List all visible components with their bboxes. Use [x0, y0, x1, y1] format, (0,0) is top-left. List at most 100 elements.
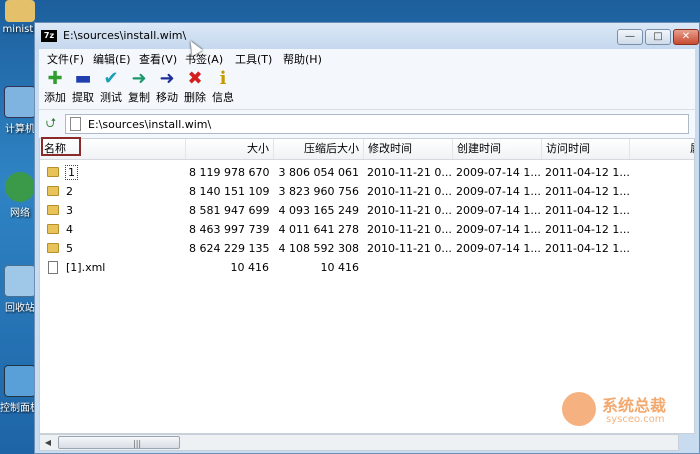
address-field[interactable]: E:\sources\install.wim\: [65, 114, 689, 134]
move-button[interactable]: ➜ 移动: [153, 69, 181, 105]
add-button-label: 添加: [44, 91, 66, 104]
row-size: 8 119 978 670: [189, 166, 270, 179]
extract-button[interactable]: ▬ 提取: [69, 69, 97, 105]
highlight-box: [41, 137, 81, 156]
row-modified: 2010-11-21 0...: [367, 166, 452, 179]
row-packed: 4 108 592 308: [278, 242, 359, 255]
row-accessed: 2011-04-12 1...: [545, 166, 630, 179]
window-title: E:\sources\install.wim\: [63, 29, 187, 42]
copy-button-label: 复制: [128, 91, 150, 104]
row-packed: 3 823 960 756: [278, 185, 359, 198]
row-accessed: 2011-04-12 1...: [545, 242, 630, 255]
row-packed: 4 011 641 278: [278, 223, 359, 236]
row-packed: 4 093 165 249: [278, 204, 359, 217]
watermark: 系统总裁 sysceo.com: [562, 390, 700, 430]
row-size: 8 581 947 699: [189, 204, 270, 217]
delete-icon: ✖: [187, 68, 203, 89]
folder-icon: [47, 186, 59, 196]
menu-bar: 文件(F) 编辑(E) 查看(V) 书签(A) 工具(T) 帮助(H): [39, 49, 695, 68]
minus-icon: ▬: [74, 68, 92, 89]
menu-view[interactable]: 查看(V): [139, 51, 177, 67]
folder-icon: [47, 224, 59, 234]
menu-tools[interactable]: 工具(T): [235, 51, 272, 67]
row-size: 8 140 151 109: [189, 185, 270, 198]
scroll-thumb[interactable]: |||: [58, 436, 180, 449]
row-modified: 2010-11-21 0...: [367, 185, 452, 198]
row-packed: 10 416: [320, 261, 360, 274]
column-attributes[interactable]: 属: [630, 139, 694, 159]
toolbar: ✚ 添加 ▬ 提取 ✔ 测试 ➜ 复制 ➜ 移动 ✖ 删除 i 信息: [39, 67, 695, 109]
column-packed-size[interactable]: 压缩后大小: [274, 139, 364, 159]
address-bar: ⮍ E:\sources\install.wim\: [39, 109, 695, 138]
document-icon: [70, 117, 81, 131]
plus-icon: ✚: [47, 68, 63, 89]
table-row[interactable]: 1 8 119 978 670 3 806 054 061 2010-11-21…: [40, 163, 694, 182]
test-button-label: 测试: [100, 91, 122, 104]
row-modified: 2010-11-21 0...: [367, 242, 452, 255]
row-size: 8 624 229 135: [189, 242, 270, 255]
row-created: 2009-07-14 1...: [456, 204, 541, 217]
archive-window: 7z E:\sources\install.wim\ — □ ✕ 文件(F) 编…: [34, 22, 700, 454]
menu-edit[interactable]: 编辑(E): [93, 51, 131, 67]
row-packed: 3 806 054 061: [278, 166, 359, 179]
horizontal-scrollbar[interactable]: ◀ |||: [39, 434, 679, 451]
menu-file[interactable]: 文件(F): [47, 51, 84, 67]
minimize-button[interactable]: —: [617, 29, 643, 45]
extract-button-label: 提取: [72, 91, 94, 104]
title-bar[interactable]: 7z E:\sources\install.wim\ — □ ✕: [35, 23, 699, 49]
row-accessed: 2011-04-12 1...: [545, 204, 630, 217]
column-accessed[interactable]: 访问时间: [542, 139, 630, 159]
info-button-label: 信息: [212, 91, 234, 104]
info-button[interactable]: i 信息: [209, 69, 237, 105]
row-name: 4: [66, 223, 73, 236]
copy-button[interactable]: ➜ 复制: [125, 69, 153, 105]
grip-icon: |||: [133, 439, 142, 448]
maximize-button[interactable]: □: [645, 29, 671, 45]
table-row[interactable]: 4 8 463 997 739 4 011 641 278 2010-11-21…: [40, 220, 694, 239]
watermark-logo-icon: [562, 392, 596, 426]
list-header: 名称 大小 压缩后大小 修改时间 创建时间 访问时间 属: [40, 139, 694, 160]
row-modified: 2010-11-21 0...: [367, 223, 452, 236]
row-created: 2009-07-14 1...: [456, 223, 541, 236]
table-row[interactable]: 5 8 624 229 135 4 108 592 308 2010-11-21…: [40, 239, 694, 258]
row-accessed: 2011-04-12 1...: [545, 223, 630, 236]
row-created: 2009-07-14 1...: [456, 185, 541, 198]
scroll-left-icon[interactable]: ◀: [40, 435, 56, 450]
watermark-subtext: sysceo.com: [606, 414, 665, 425]
check-icon: ✔: [103, 68, 119, 89]
column-modified[interactable]: 修改时间: [364, 139, 453, 159]
arrow-move-icon: ➜: [159, 68, 175, 89]
row-created: 2009-07-14 1...: [456, 242, 541, 255]
network-icon: [5, 172, 35, 202]
row-name: 3: [66, 204, 73, 217]
folder-icon: [47, 205, 59, 215]
delete-button[interactable]: ✖ 删除: [181, 69, 209, 105]
add-button[interactable]: ✚ 添加: [41, 69, 69, 105]
computer-icon: [4, 86, 36, 118]
row-size: 10 416: [230, 261, 270, 274]
close-button[interactable]: ✕: [673, 29, 699, 45]
address-path: E:\sources\install.wim\: [88, 118, 212, 131]
row-name: 1: [65, 165, 78, 180]
watermark-text: 系统总裁: [602, 396, 667, 415]
xml-file-icon: [48, 261, 58, 274]
row-accessed: 2011-04-12 1...: [545, 185, 630, 198]
info-icon: i: [219, 68, 227, 89]
menu-help[interactable]: 帮助(H): [283, 51, 322, 67]
test-button[interactable]: ✔ 测试: [97, 69, 125, 105]
arrow-right-icon: ➜: [131, 68, 147, 89]
table-row[interactable]: [1].xml 10 416 10 416: [40, 258, 694, 277]
row-modified: 2010-11-21 0...: [367, 204, 452, 217]
user-folder-icon: [5, 0, 35, 22]
move-button-label: 移动: [156, 91, 178, 104]
recycle-bin-icon: [4, 265, 36, 297]
row-name: [1].xml: [66, 261, 106, 274]
up-folder-icon[interactable]: ⮍: [42, 115, 60, 133]
table-row[interactable]: 2 8 140 151 109 3 823 960 756 2010-11-21…: [40, 182, 694, 201]
delete-button-label: 删除: [184, 91, 206, 104]
row-size: 8 463 997 739: [189, 223, 270, 236]
column-size[interactable]: 大小: [186, 139, 274, 159]
table-row[interactable]: 3 8 581 947 699 4 093 165 249 2010-11-21…: [40, 201, 694, 220]
folder-icon: [47, 167, 59, 177]
column-created[interactable]: 创建时间: [453, 139, 542, 159]
